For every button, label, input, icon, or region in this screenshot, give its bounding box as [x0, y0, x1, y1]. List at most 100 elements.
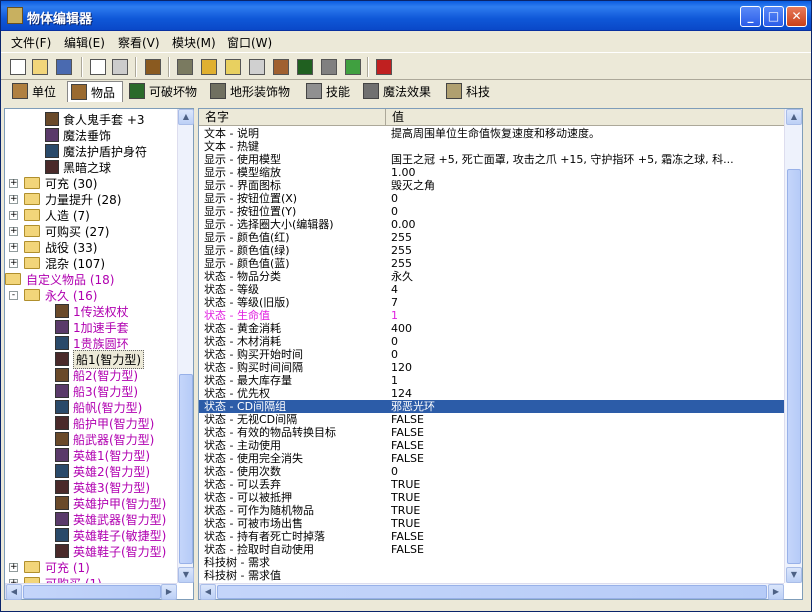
tab-destructibles[interactable]: 可破坏物	[126, 81, 204, 101]
property-value[interactable]: TRUE	[391, 504, 781, 517]
property-row[interactable]: 显示 - 界面图标 毁灭之角	[199, 179, 784, 192]
property-value[interactable]: 255	[391, 231, 781, 244]
property-row[interactable]: 显示 - 模型缩放 1.00	[199, 166, 784, 179]
property-row[interactable]: 显示 - 颜色值(红) 255	[199, 231, 784, 244]
save-icon[interactable]	[53, 56, 75, 78]
tree-folder[interactable]: + 人造 (7)	[9, 207, 90, 223]
property-value[interactable]: 4	[391, 283, 781, 296]
property-row[interactable]: 状态 - 购买时间间隔 120	[199, 361, 784, 374]
expand-icon[interactable]: +	[9, 242, 18, 252]
object-icon[interactable]	[142, 56, 164, 78]
property-value[interactable]: 永久	[391, 270, 781, 283]
property-row[interactable]: 状态 - 使用次数 0	[199, 465, 784, 478]
property-row[interactable]: 显示 - 选择圈大小(编辑器) 0.00	[199, 218, 784, 231]
property-value[interactable]: 0	[391, 205, 781, 218]
property-row[interactable]: 状态 - 主动使用 FALSE	[199, 439, 784, 452]
test-map-icon[interactable]	[373, 56, 395, 78]
property-row[interactable]: 状态 - CD间隔组 邪恶光环	[199, 400, 784, 413]
minimize-button[interactable]: _	[740, 6, 761, 27]
property-row[interactable]: 状态 - 可以丢弃 TRUE	[199, 478, 784, 491]
close-button[interactable]: ✕	[786, 6, 807, 27]
property-value[interactable]: TRUE	[391, 517, 781, 530]
column-header-value[interactable]: 值	[386, 109, 784, 126]
property-value[interactable]: 1	[391, 309, 781, 322]
property-row[interactable]: 显示 - 按钮位置(Y) 0	[199, 205, 784, 218]
tree-item[interactable]: 食人鬼手套 +3	[45, 111, 145, 127]
grid-scroll-right-button[interactable]: ▶	[768, 584, 784, 600]
tree-hscroll-thumb[interactable]	[23, 585, 161, 599]
property-value[interactable]: FALSE	[391, 530, 781, 543]
item-icon[interactable]	[270, 56, 292, 78]
tree-item[interactable]: 1传送权杖	[55, 303, 129, 319]
tree-item[interactable]: 英雄1(智力型)	[55, 447, 150, 463]
menu-view[interactable]: 察看(V)	[118, 34, 160, 51]
property-value[interactable]: 0	[391, 335, 781, 348]
property-value[interactable]: 124	[391, 387, 781, 400]
property-value[interactable]: 0	[391, 192, 781, 205]
tree-folder[interactable]: +可购买 (1)	[9, 575, 102, 583]
doodad-icon[interactable]	[294, 56, 316, 78]
property-row[interactable]: 状态 - 持有者死亡时掉落 FALSE	[199, 530, 784, 543]
property-value[interactable]: 255	[391, 244, 781, 257]
tab-upgrades[interactable]: 科技	[443, 81, 497, 101]
tree-item[interactable]: 黑暗之球	[45, 159, 111, 175]
tree-item[interactable]: 船帆(智力型)	[55, 399, 142, 415]
property-value[interactable]: 120	[391, 361, 781, 374]
ability-icon[interactable]	[318, 56, 340, 78]
grid-hscroll-thumb[interactable]	[217, 585, 767, 599]
expand-icon[interactable]: +	[9, 226, 18, 236]
tree-folder[interactable]: + 力量提升 (28)	[9, 191, 121, 207]
tab-doodads[interactable]: 地形装饰物	[207, 81, 299, 101]
property-row[interactable]: 显示 - 按钮位置(X) 0	[199, 192, 784, 205]
property-value[interactable]: FALSE	[391, 413, 781, 426]
property-row[interactable]: 状态 - 购买开始时间 0	[199, 348, 784, 361]
property-row[interactable]: 状态 - 可以被抵押 TRUE	[199, 491, 784, 504]
property-value[interactable]: FALSE	[391, 452, 781, 465]
paste-icon[interactable]	[109, 56, 131, 78]
property-row[interactable]: 状态 - 黄金消耗 400	[199, 322, 784, 335]
property-row[interactable]: 显示 - 颜色值(绿) 255	[199, 244, 784, 257]
grid-scroll-down-button[interactable]: ▼	[786, 567, 802, 583]
property-row[interactable]: 状态 - 无视CD间隔 FALSE	[199, 413, 784, 426]
property-row[interactable]: 文本 - 说明 提高周围单位生命值恢复速度和移动速度。	[199, 127, 784, 140]
gold-icon[interactable]	[198, 56, 220, 78]
tree-scroll-up-button[interactable]: ▲	[178, 109, 194, 125]
tab-abilities[interactable]: 技能	[303, 81, 357, 101]
property-row[interactable]: 科技树 - 需求	[199, 556, 784, 569]
tree-folder[interactable]: + 可充 (30)	[9, 175, 97, 191]
property-row[interactable]: 状态 - 等级 4	[199, 283, 784, 296]
collapse-icon[interactable]: -	[9, 290, 18, 300]
tree-folder[interactable]: - 永久 (16)	[9, 287, 97, 303]
copy-icon[interactable]	[87, 56, 109, 78]
tree-folder[interactable]: + 可购买 (27)	[9, 223, 109, 239]
property-row[interactable]: 状态 - 木材消耗 0	[199, 335, 784, 348]
property-row[interactable]: 状态 - 优先权 124	[199, 387, 784, 400]
menu-window[interactable]: 窗口(W)	[227, 34, 272, 51]
expand-icon[interactable]: +	[9, 178, 18, 188]
tree-item[interactable]: 英雄2(智力型)	[55, 463, 150, 479]
property-row[interactable]: 显示 - 颜色值(蓝) 255	[199, 257, 784, 270]
property-row[interactable]: 状态 - 物品分类 永久	[199, 270, 784, 283]
buff-icon[interactable]	[342, 56, 364, 78]
tree-item[interactable]: 1加速手套	[55, 319, 129, 335]
new-icon[interactable]	[7, 56, 29, 78]
tree-horizontal-scrollbar[interactable]: ◀ ▶	[5, 583, 177, 600]
tree-item[interactable]: 船护甲(智力型)	[55, 415, 154, 431]
title-bar[interactable]: 物体编辑器 _ □ ✕	[1, 1, 811, 31]
tab-items[interactable]: 物品	[67, 81, 123, 102]
grid-horizontal-scrollbar[interactable]: ◀ ▶	[199, 583, 784, 600]
tree-folder[interactable]: + 混杂 (107)	[9, 255, 105, 271]
property-row[interactable]: 状态 - 使用完全消失 FALSE	[199, 452, 784, 465]
property-value[interactable]: 邪恶光环	[391, 400, 781, 413]
tree-scroll-thumb[interactable]	[179, 374, 193, 564]
property-value[interactable]: 0.00	[391, 218, 781, 231]
property-row[interactable]: 状态 - 生命值 1	[199, 309, 784, 322]
tab-buffs[interactable]: 魔法效果	[360, 81, 440, 101]
property-row[interactable]: 状态 - 等级(旧版) 7	[199, 296, 784, 309]
terrain-icon[interactable]	[174, 56, 196, 78]
tree-item[interactable]: 船1(智力型)	[55, 349, 144, 369]
grid-vertical-scrollbar[interactable]: ▲ ▼	[784, 109, 802, 583]
open-icon[interactable]	[29, 56, 51, 78]
maximize-button[interactable]: □	[763, 6, 784, 27]
property-value[interactable]: FALSE	[391, 426, 781, 439]
